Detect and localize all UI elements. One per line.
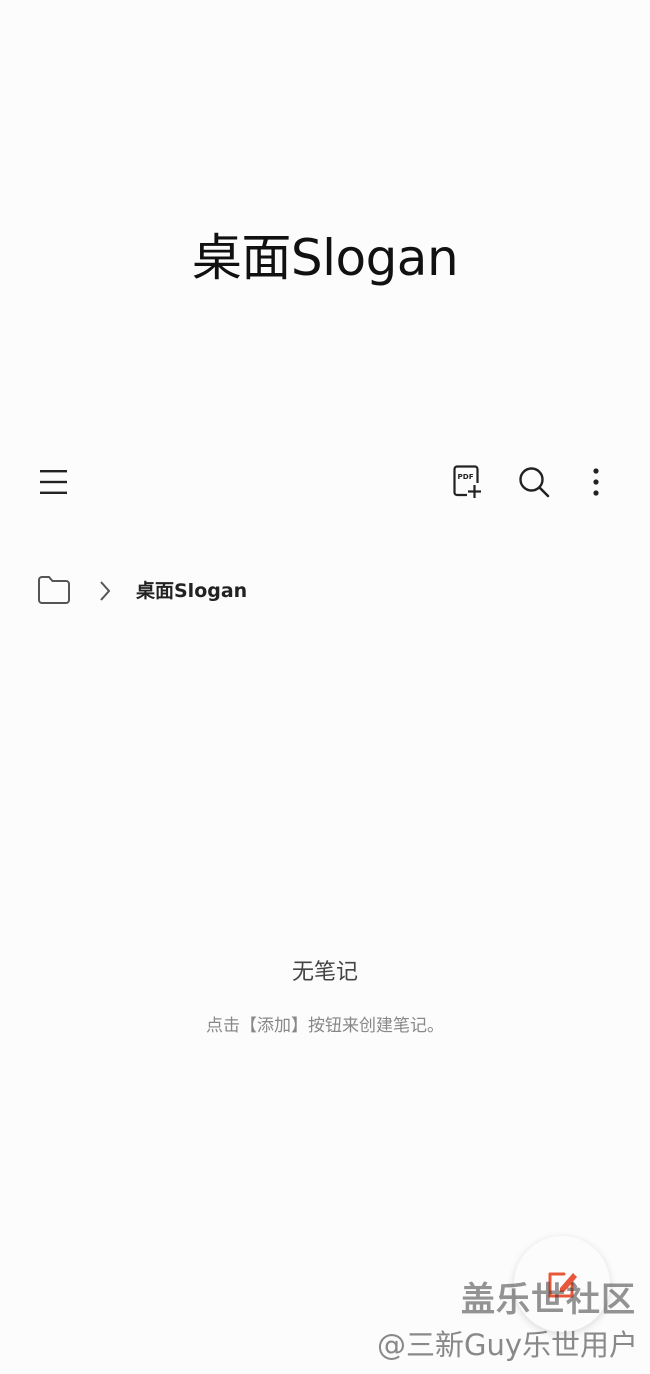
- watermark-user-text: @三新Guy乐世用户: [376, 1328, 638, 1362]
- watermark-logo-text: 盖乐世社区: [461, 1280, 636, 1320]
- folder-icon: [38, 576, 70, 604]
- empty-state-title: 无笔记: [291, 960, 358, 985]
- folder-title: 桌面Slogan: [191, 229, 459, 287]
- menu-button[interactable]: [32, 462, 76, 502]
- more-options-button[interactable]: [574, 460, 618, 504]
- empty-state-description: 点击【添加】按钮来创建笔记。: [206, 1016, 444, 1036]
- pdf-add-icon: PDF: [453, 465, 481, 498]
- more-vertical-icon: [593, 468, 599, 496]
- search-icon: [519, 467, 550, 498]
- search-button[interactable]: [512, 460, 556, 504]
- chevron-right-icon: [100, 581, 111, 601]
- folder-root-button[interactable]: [36, 574, 72, 610]
- import-pdf-button[interactable]: PDF: [446, 460, 490, 504]
- breadcrumb-separator: [98, 579, 112, 607]
- svg-text:PDF: PDF: [458, 472, 474, 481]
- breadcrumb-current-folder[interactable]: 桌面Slogan: [136, 570, 247, 612]
- menu-icon: [40, 470, 67, 494]
